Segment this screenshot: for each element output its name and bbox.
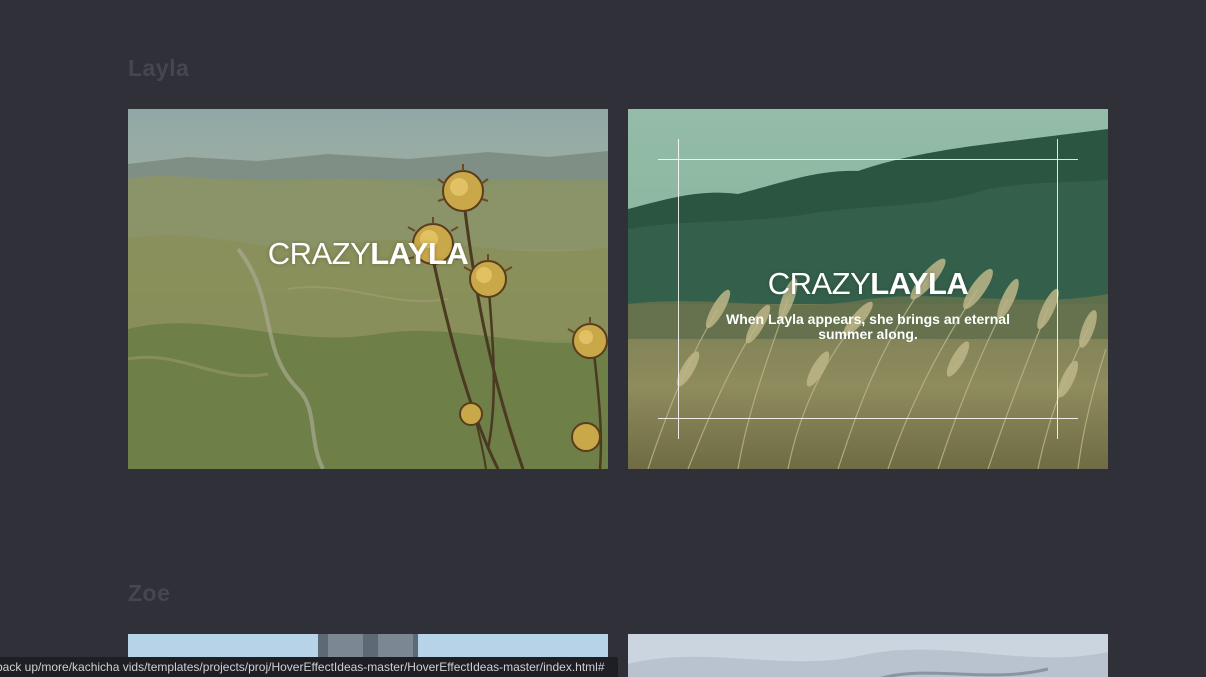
gallery-card-zoe-2[interactable] bbox=[628, 634, 1108, 677]
card-title: CRAZYLAYLA bbox=[628, 266, 1108, 302]
page: Layla CRAZYLAYLA CRAZYLAYLA When Layla a… bbox=[0, 0, 1206, 677]
mountain-thistle-image bbox=[128, 109, 608, 469]
browser-status-bar: back up/more/kachicha vids/templates/pro… bbox=[0, 657, 618, 677]
section-title-layla: Layla bbox=[128, 55, 190, 81]
frame-line-bottom bbox=[658, 418, 1078, 419]
card-title: CRAZYLAYLA bbox=[128, 236, 608, 272]
zoe-image-2 bbox=[628, 634, 1108, 677]
card-title-bold: LAYLA bbox=[370, 236, 469, 271]
card-title-bold: LAYLA bbox=[870, 266, 969, 301]
section-title-zoe: Zoe bbox=[128, 580, 171, 606]
card-description: When Layla appears, she brings an eterna… bbox=[726, 311, 1010, 342]
gallery-card-layla-2[interactable]: CRAZYLAYLA When Layla appears, she bring… bbox=[628, 109, 1108, 469]
card-title-light: CRAZY bbox=[767, 266, 871, 301]
gallery-card-layla-1[interactable]: CRAZYLAYLA bbox=[128, 109, 608, 469]
card-title-light: CRAZY bbox=[267, 236, 371, 271]
frame-line-top bbox=[658, 159, 1078, 160]
